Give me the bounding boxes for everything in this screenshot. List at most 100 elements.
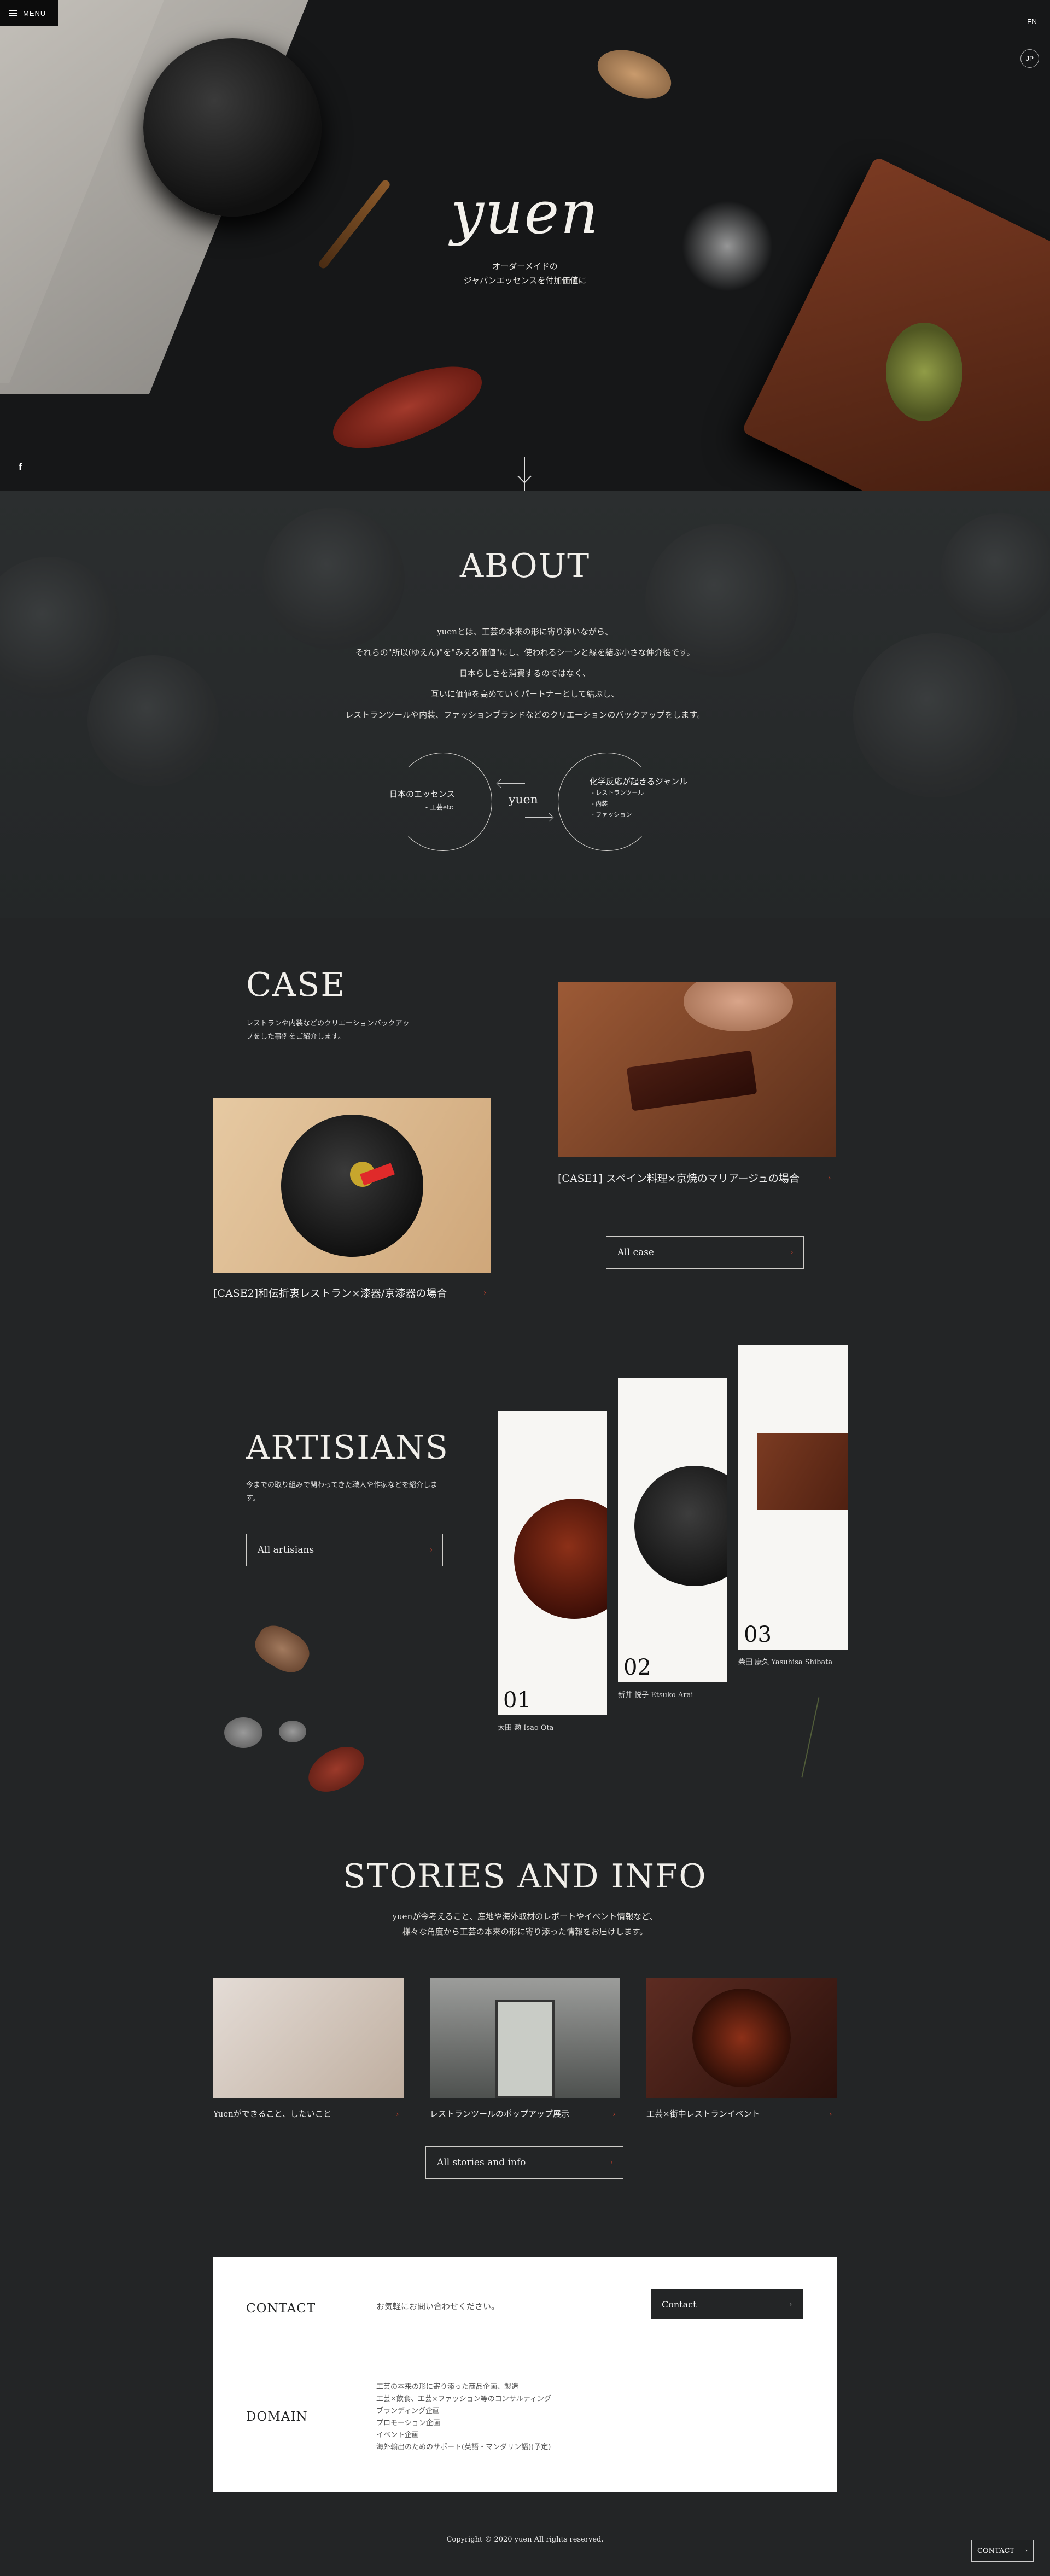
story-image-1[interactable] [213,1978,404,2098]
hero-logo: yuen オーダーメイドの ジャパンエッセンスを付加価値に [416,179,634,288]
salt-sprinkle-image [678,197,777,295]
arrow-right-icon: › [610,2158,613,2167]
case-description: レストランや内装などのクリエーションバックアップをした事例をご紹介します。 [246,1019,410,1041]
story-caption[interactable]: Yuenができること、したいこと [213,2108,331,2119]
arrow-right-icon: › [483,1289,487,1297]
contact-button-label: Contact [662,2299,697,2310]
artisan-card-3[interactable]: 03 [738,1345,848,1650]
chopstick-image [317,178,392,270]
hand-image [684,982,793,1031]
domain-item: ブランディング企画 [376,2407,440,2415]
artisans-description: 今までの取り組みで関わってきた職人や作家などを紹介します。 [246,1481,438,1502]
contact-note: お気軽にお問い合わせください。 [376,2301,500,2311]
about-line: それらの"所以(ゆえん)"を"みえる価値"にし、使われるシーンと縁を結ぶ小さな仲… [355,648,695,657]
arrow-right-icon: › [828,1174,831,1182]
story-caption[interactable]: レストランツールのポップアップ展示 [430,2108,569,2119]
genre-heading: 化学反応が起きるジャンル [590,777,687,786]
all-case-label: All case [617,1247,654,1258]
stone-image [279,1721,306,1742]
contact-button[interactable]: Contact › [651,2289,803,2319]
stories-desc-line: 様々な角度から工芸の本来の形に寄り添った情報をお届けします。 [402,1927,648,1937]
leaf-sprig-image [801,1697,861,1787]
artisans-title: ARTISIANS [246,1429,449,1467]
hero-section: yuen オーダーメイドの ジャパンエッセンスを付加価値に f [0,0,1050,491]
storefront-image [495,2000,555,2098]
about-title: ABOUT [459,547,591,585]
artisan-name[interactable]: 新井 悦子 Etsuko Arai [618,1689,693,1699]
story-image-2[interactable] [430,1978,620,2098]
arrow-right-icon: › [396,2110,399,2119]
about-description: yuenとは、工芸の本来の形に寄り添いながら、 それらの"所以(ゆえん)"を"み… [306,621,744,725]
artisan-name[interactable]: 柴田 康久 Yasuhisa Shibata [738,1656,832,1666]
genre-item: - ファッション [592,811,632,818]
artisan-number: 02 [623,1655,651,1680]
case1-caption[interactable]: [CASE1] スペイン料理×京焼のマリアージュの場合 [558,1170,800,1185]
case-title: CASE [246,966,346,1004]
case1-image[interactable] [558,982,836,1157]
about-line: yuenとは、工芸の本来の形に寄り添いながら、 [437,627,613,637]
domain-item: イベント企画 [376,2431,419,2439]
genre-item: - 内装 [592,800,608,807]
domain-item: プロモーション企画 [376,2419,440,2427]
artisan-name[interactable]: 太田 勲 Isao Ota [498,1722,553,1732]
stone-image [224,1717,262,1748]
arrow-right-icon [525,817,552,818]
plate-image [692,1989,791,2087]
arrow-left-icon [498,783,525,784]
floating-contact-button[interactable]: CONTACT › [971,2540,1034,2562]
floating-contact-label: CONTACT [977,2546,1014,2555]
domain-item: 工芸×飲食、工芸×ファッション等のコンサルティング [376,2395,552,2403]
facebook-icon[interactable]: f [19,462,22,473]
stories-title: STORIES AND INFO [343,1857,707,1896]
chevron-down-icon [517,469,532,483]
arrow-right-icon: › [790,1248,794,1257]
stories-desc-line: yuenが今考えること、産地や海外取材のレポートやイベント情報など、 [392,1911,658,1921]
artisan-number: 01 [503,1688,531,1713]
diagram-right-text: 化学反応が起きるジャンル - レストランツール - 内装 - ファッション [590,776,687,820]
artisan-number: 03 [744,1622,772,1647]
domain-item: 海外輸出のためのサポート(英語・マンダリン語)(予定) [376,2443,551,2451]
all-case-button[interactable]: All case › [606,1236,804,1269]
genre-item: - レストランツール [592,789,644,796]
story-image-3[interactable] [646,1978,837,2098]
all-stories-label: All stories and info [437,2157,526,2168]
all-stories-button[interactable]: All stories and info › [425,2146,623,2179]
artisan-card-1[interactable]: 01 [498,1411,607,1715]
stories-description: yuenが今考えること、産地や海外取材のレポートやイベント情報など、 様々な角度… [306,1909,744,1939]
diagram-center-label: yuen [509,793,538,807]
about-line: 日本らしさを消費するのではなく、 [459,668,591,678]
red-plate-image [514,1499,607,1619]
black-plate-image [634,1466,727,1586]
domain-label: DOMAIN [246,2410,308,2424]
plate-image [281,1115,423,1257]
essence-heading: 日本のエッセンス [389,789,455,799]
case2-caption[interactable]: [CASE2]和伝折衷レストラン×漆器/京漆器の場合 [213,1285,447,1300]
all-artisans-label: All artisians [258,1545,314,1555]
lang-jp-button[interactable]: JP [1020,49,1039,68]
black-lacquer-plate-image [143,38,322,217]
about-line: レストランツールや内装、ファッションブランドなどのクリエーションのバックアップを… [345,710,705,720]
lang-en-link[interactable]: EN [1027,18,1037,26]
contact-label: CONTACT [246,2301,316,2316]
case2-image[interactable] [213,1098,491,1273]
copyright: Copyright © 2020 yuen All rights reserve… [446,2536,604,2544]
wooden-tray-image [741,156,1050,491]
domain-list: 工芸の本来の形に寄り添った商品企画、製造 工芸×飲食、工芸×ファッション等のコン… [376,2381,551,2453]
arrow-right-icon: › [1025,2548,1028,2554]
essence-sub: - 工芸etc [425,803,453,811]
about-line: 互いに価値を高めていくパートナーとして結ぶし、 [430,689,620,699]
menu-button[interactable]: MENU [0,0,58,26]
cup-background-image [853,633,1017,797]
hero-tagline-line1: オーダーメイドの [492,261,558,271]
paste-image [591,40,678,108]
all-artisans-button[interactable]: All artisians › [246,1534,443,1566]
beef-image [626,1050,757,1111]
garnish-image [886,323,962,421]
hamburger-icon [9,10,18,16]
artisan-card-2[interactable]: 02 [618,1378,727,1682]
arrow-right-icon: › [829,2110,832,2119]
brand-logo: yuen [450,179,600,247]
cup-background-image [88,655,219,786]
story-caption[interactable]: 工芸×街中レストランイベント [646,2108,760,2119]
arrow-right-icon: › [429,1546,433,1554]
